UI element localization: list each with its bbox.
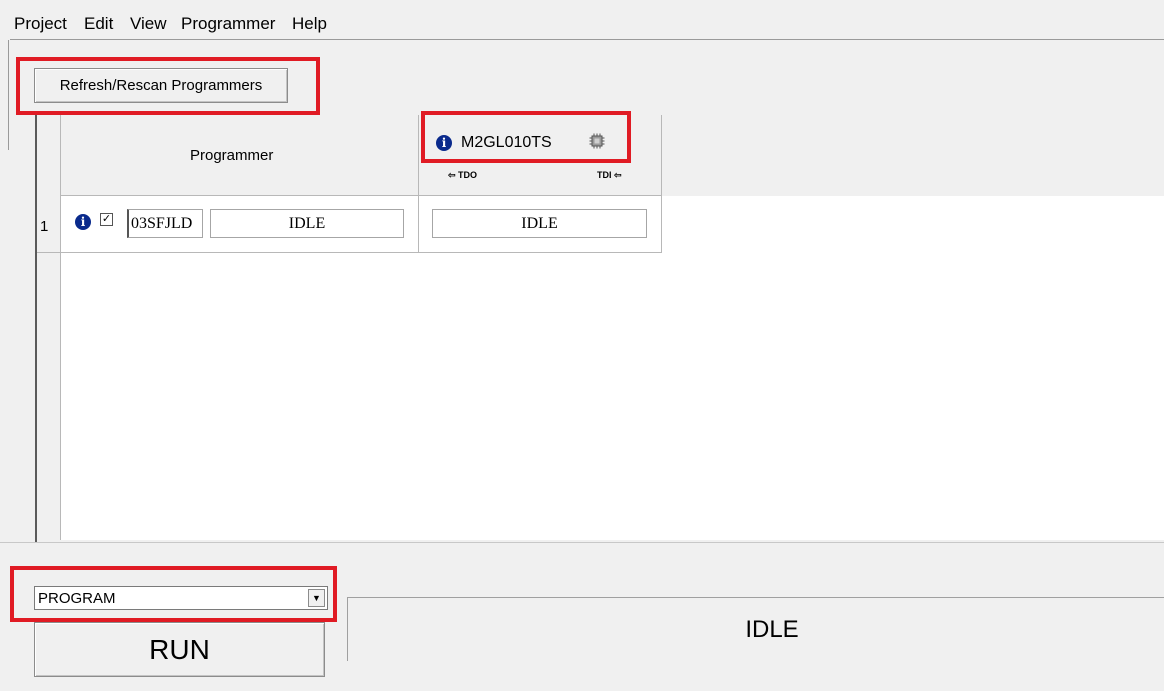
chip-icon[interactable] <box>589 133 605 149</box>
programmer-grid <box>36 196 1164 540</box>
menu-divider <box>10 39 1164 40</box>
device-name[interactable]: M2GL010TS <box>461 134 552 152</box>
info-icon[interactable]: i <box>436 135 452 151</box>
row-number-column <box>36 115 61 540</box>
tdo-label: ⇦ TDO <box>448 170 478 180</box>
action-selected-value: PROGRAM <box>38 589 116 607</box>
programmer-status-field: IDLE <box>210 209 404 238</box>
run-button[interactable]: RUN <box>34 622 325 677</box>
status-text: IDLE <box>745 615 799 643</box>
row-number: 1 <box>40 218 49 235</box>
action-select[interactable]: PROGRAM ▼ <box>34 586 328 610</box>
tdi-label: TDI ⇦ <box>597 170 622 180</box>
bottom-divider <box>0 542 1164 543</box>
menu-edit[interactable]: Edit <box>84 14 113 34</box>
refresh-rescan-button[interactable]: Refresh/Rescan Programmers <box>34 68 288 103</box>
menu-programmer[interactable]: Programmer <box>181 14 275 34</box>
grid-border <box>35 115 37 542</box>
grid-divider <box>37 252 662 253</box>
menu-bar: Project Edit View Programmer Help <box>0 0 1164 40</box>
menu-project[interactable]: Project <box>14 14 67 34</box>
menu-view[interactable]: View <box>130 14 167 34</box>
status-panel: IDLE <box>347 597 1164 661</box>
info-icon[interactable]: i <box>75 214 91 230</box>
grid-divider <box>661 196 662 253</box>
programmer-id-field: 03SFJLD <box>127 209 203 238</box>
window-edge <box>8 40 9 150</box>
chevron-down-icon[interactable]: ▼ <box>308 589 325 607</box>
menu-help[interactable]: Help <box>292 14 327 34</box>
programmer-column-header: Programmer <box>190 147 274 164</box>
grid-divider <box>661 115 662 196</box>
device-status-field: IDLE <box>432 209 647 238</box>
grid-divider <box>61 195 662 196</box>
grid-header <box>36 115 662 196</box>
programmer-enable-checkbox[interactable]: ✓ <box>100 213 113 226</box>
grid-divider <box>418 115 419 252</box>
